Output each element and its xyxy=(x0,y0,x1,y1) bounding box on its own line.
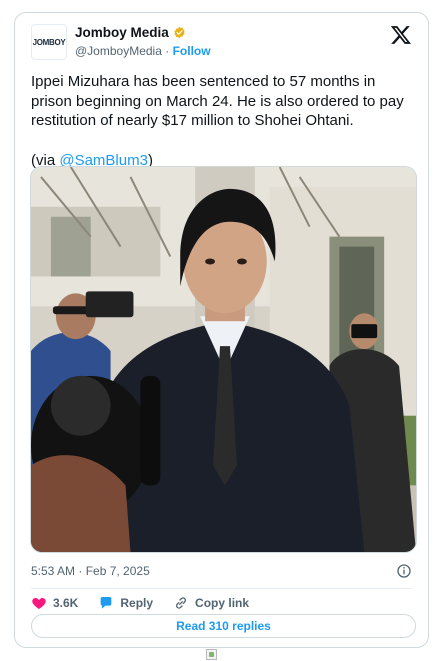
avatar[interactable]: JOMBOY xyxy=(31,24,67,60)
info-icon[interactable] xyxy=(396,563,412,579)
display-name-row: Jomboy Media xyxy=(75,24,211,41)
broken-image-icon xyxy=(206,649,217,660)
reply-bubble-icon xyxy=(101,597,112,609)
divider xyxy=(31,588,412,589)
read-replies-button[interactable]: Read 310 replies xyxy=(31,614,416,638)
tweet-meta: 5:53 AM · Feb 7, 2025 xyxy=(31,561,412,581)
tweet-header: JOMBOY Jomboy Media @JomboyMedia · Follo… xyxy=(31,24,412,64)
display-name[interactable]: Jomboy Media xyxy=(75,24,169,41)
x-logo-icon[interactable] xyxy=(390,24,412,46)
handle-row: @JomboyMedia · Follow xyxy=(75,43,211,59)
heart-icon xyxy=(32,598,46,609)
copy-link-label: Copy link xyxy=(195,596,250,610)
like-action[interactable]: 3.6K xyxy=(31,595,78,611)
photo-illustration xyxy=(31,167,416,552)
tweet-card: JOMBOY Jomboy Media @JomboyMedia · Follo… xyxy=(14,12,429,648)
timestamp[interactable]: 5:53 AM · Feb 7, 2025 xyxy=(31,564,150,578)
like-count: 3.6K xyxy=(53,596,79,610)
copy-link-action[interactable]: Copy link xyxy=(173,595,249,611)
reply-action[interactable]: Reply xyxy=(98,595,153,611)
reply-label: Reply xyxy=(120,596,154,610)
verified-icon xyxy=(174,26,185,39)
handle[interactable]: @JomboyMedia xyxy=(75,44,162,58)
link-icon xyxy=(176,597,186,609)
follow-link[interactable]: Follow xyxy=(173,44,211,58)
tweet-photo[interactable] xyxy=(30,166,417,553)
tweet-body: Ippei Mizuhara has been sentenced to 57 … xyxy=(31,73,404,129)
author-info: Jomboy Media @JomboyMedia · Follow xyxy=(75,24,211,59)
tweet-text: Ippei Mizuhara has been sentenced to 57 … xyxy=(31,72,412,170)
tweet-actions: 3.6K Reply Copy link xyxy=(31,592,269,614)
separator: · xyxy=(165,44,170,58)
